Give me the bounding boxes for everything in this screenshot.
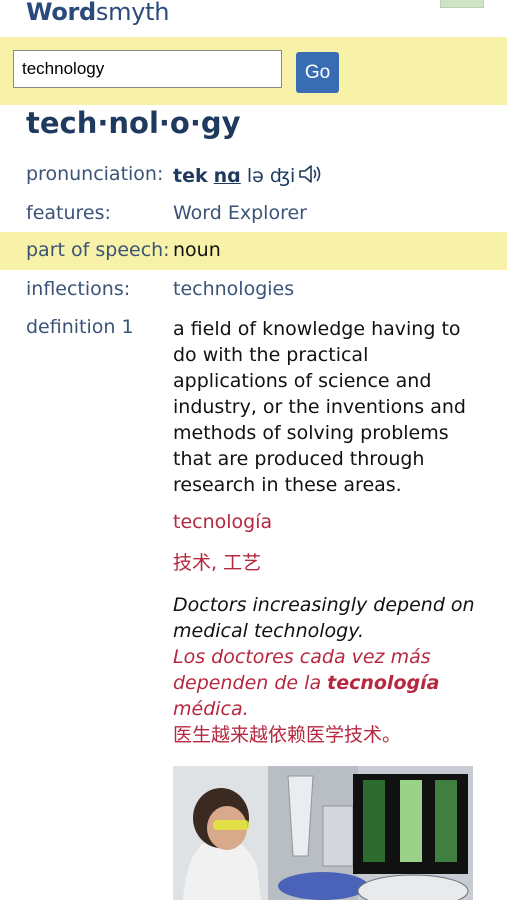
pronunciation-value: tek nɑ lə ʤi [173, 163, 324, 190]
part-of-speech-value: noun [173, 239, 221, 261]
search-input[interactable] [13, 50, 282, 88]
word-explorer-link[interactable]: Word Explorer [173, 202, 307, 224]
logo-smyth: smyth [95, 0, 170, 26]
example-sentence: Doctors increasingly depend on medical t… [173, 592, 483, 748]
inflections-value: technologies [173, 278, 295, 300]
logo-word: Word [26, 0, 96, 26]
spanish-translation: tecnología [173, 511, 273, 533]
illustration-photo [173, 766, 473, 900]
search-bar: Go [0, 37, 507, 105]
example-english: Doctors increasingly depend on medical t… [173, 594, 475, 642]
features-label: features: [26, 202, 111, 224]
pronunciation-label: pronunciation: [26, 163, 164, 185]
example-chinese: 医生越来越依赖医学技术。 [173, 724, 402, 746]
headword: tech·nol·o·gy [26, 106, 241, 140]
inflections-row: inflections: technologies [0, 272, 507, 308]
pronunciation-row: pronunciation: tek nɑ lə ʤi [0, 159, 507, 195]
features-row: features: Word Explorer [0, 196, 507, 232]
site-header: Wordsmyth [0, 0, 507, 36]
part-of-speech-row: part of speech: noun [0, 232, 507, 270]
go-button[interactable]: Go [296, 52, 339, 93]
example-spanish: Los doctores cada vez más dependen de la… [173, 646, 440, 720]
definition-text: a field of knowledge having to do with t… [173, 318, 466, 496]
chinese-translation: 技术, 工艺 [173, 552, 262, 574]
wordsmyth-logo[interactable]: Wordsmyth [26, 0, 169, 26]
inflections-label: inflections: [26, 278, 131, 300]
menu-tab[interactable] [440, 0, 484, 8]
part-of-speech-label: part of speech: [26, 239, 170, 261]
speaker-icon[interactable] [298, 163, 324, 190]
definition-label: definition 1 [26, 316, 134, 338]
